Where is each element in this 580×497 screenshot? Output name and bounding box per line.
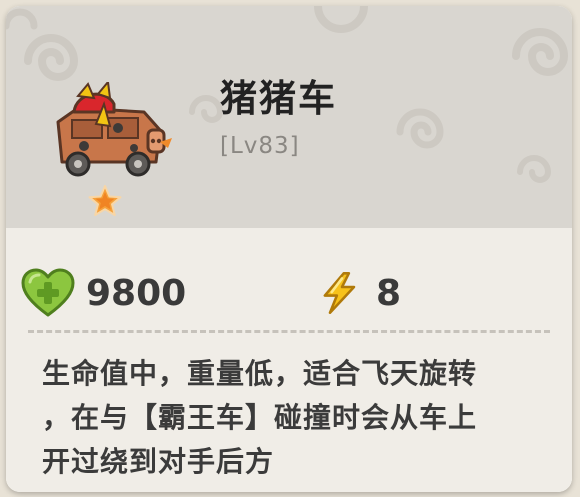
energy-value: 8 — [376, 272, 402, 314]
pig-car-icon — [56, 82, 172, 177]
decor-swirl-icon — [512, 28, 569, 76]
lightning-bolt-icon — [323, 272, 356, 314]
decor-swirl-icon — [6, 8, 38, 30]
car-info-card: 猪猪车 [Lv83] 9800 8 生命值中，重量低，适合飞天旋转 ，在与【霸王… — [6, 6, 572, 492]
decor-swirl-icon — [517, 155, 552, 183]
car-description: 生命值中，重量低，适合飞天旋转 ，在与【霸王车】碰撞时会从车上 开过绕到对手后方 — [42, 357, 478, 478]
health-value: 9800 — [86, 272, 187, 314]
energy-stat: 8 — [318, 268, 401, 318]
decor-swirl-icon — [396, 108, 444, 149]
green-heart-plus-icon — [21, 268, 75, 317]
decor-swirl-icon — [314, 6, 368, 33]
car-level-label: [Lv83] — [220, 133, 300, 159]
dashed-divider — [28, 330, 550, 333]
orange-star-icon — [88, 185, 122, 216]
card-header: 猪猪车 [Lv83] — [6, 6, 572, 228]
car-name-title: 猪猪车 — [220, 77, 337, 120]
health-stat: 9800 — [20, 268, 186, 318]
